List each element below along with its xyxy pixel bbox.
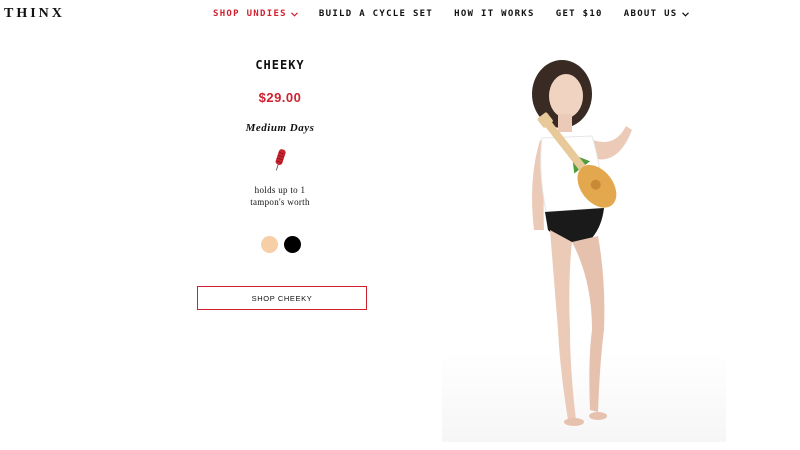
nav-build-a-cycle-set[interactable]: BUILD A CYCLE SET bbox=[319, 9, 433, 19]
nav-shop-undies[interactable]: SHOP UNDIES bbox=[213, 9, 298, 19]
capacity-line-1: holds up to 1 bbox=[254, 185, 306, 195]
nav-get-10-label: GET $10 bbox=[555, 9, 603, 19]
nav-about-us[interactable]: ABOUT US bbox=[624, 9, 689, 19]
nav-how-it-works[interactable]: HOW IT WORKS bbox=[454, 9, 535, 19]
swatch-black[interactable] bbox=[284, 236, 301, 253]
capacity-line-2: tampon's worth bbox=[250, 197, 310, 207]
shop-cheeky-button[interactable]: SHOP CHEEKY bbox=[197, 286, 367, 310]
nav-how-it-works-label: HOW IT WORKS bbox=[454, 9, 535, 19]
tampon-icon bbox=[272, 146, 288, 172]
product-page: THINX SHOP UNDIES BUILD A CYCLE SET HOW … bbox=[0, 0, 800, 450]
nav-shop-undies-label: SHOP UNDIES bbox=[213, 9, 287, 19]
color-swatches bbox=[261, 236, 307, 253]
product-price: $29.00 bbox=[258, 90, 302, 105]
product-name: CHEEKY bbox=[255, 58, 305, 72]
swatch-beige[interactable] bbox=[261, 236, 278, 253]
thinx-logo[interactable]: THINX bbox=[4, 6, 65, 22]
nav-about-us-label: ABOUT US bbox=[623, 9, 678, 19]
chevron-down-icon bbox=[290, 11, 298, 17]
main-nav: SHOP UNDIES BUILD A CYCLE SET HOW IT WOR… bbox=[213, 9, 710, 19]
model-photo bbox=[442, 30, 726, 442]
absorbency-level: Medium Days bbox=[245, 122, 315, 134]
chevron-down-icon bbox=[681, 11, 689, 17]
nav-get-10[interactable]: GET $10 bbox=[556, 9, 603, 19]
absorbency-capacity: holds up to 1 tampon's worth bbox=[180, 184, 380, 208]
nav-build-a-cycle-set-label: BUILD A CYCLE SET bbox=[318, 9, 434, 19]
